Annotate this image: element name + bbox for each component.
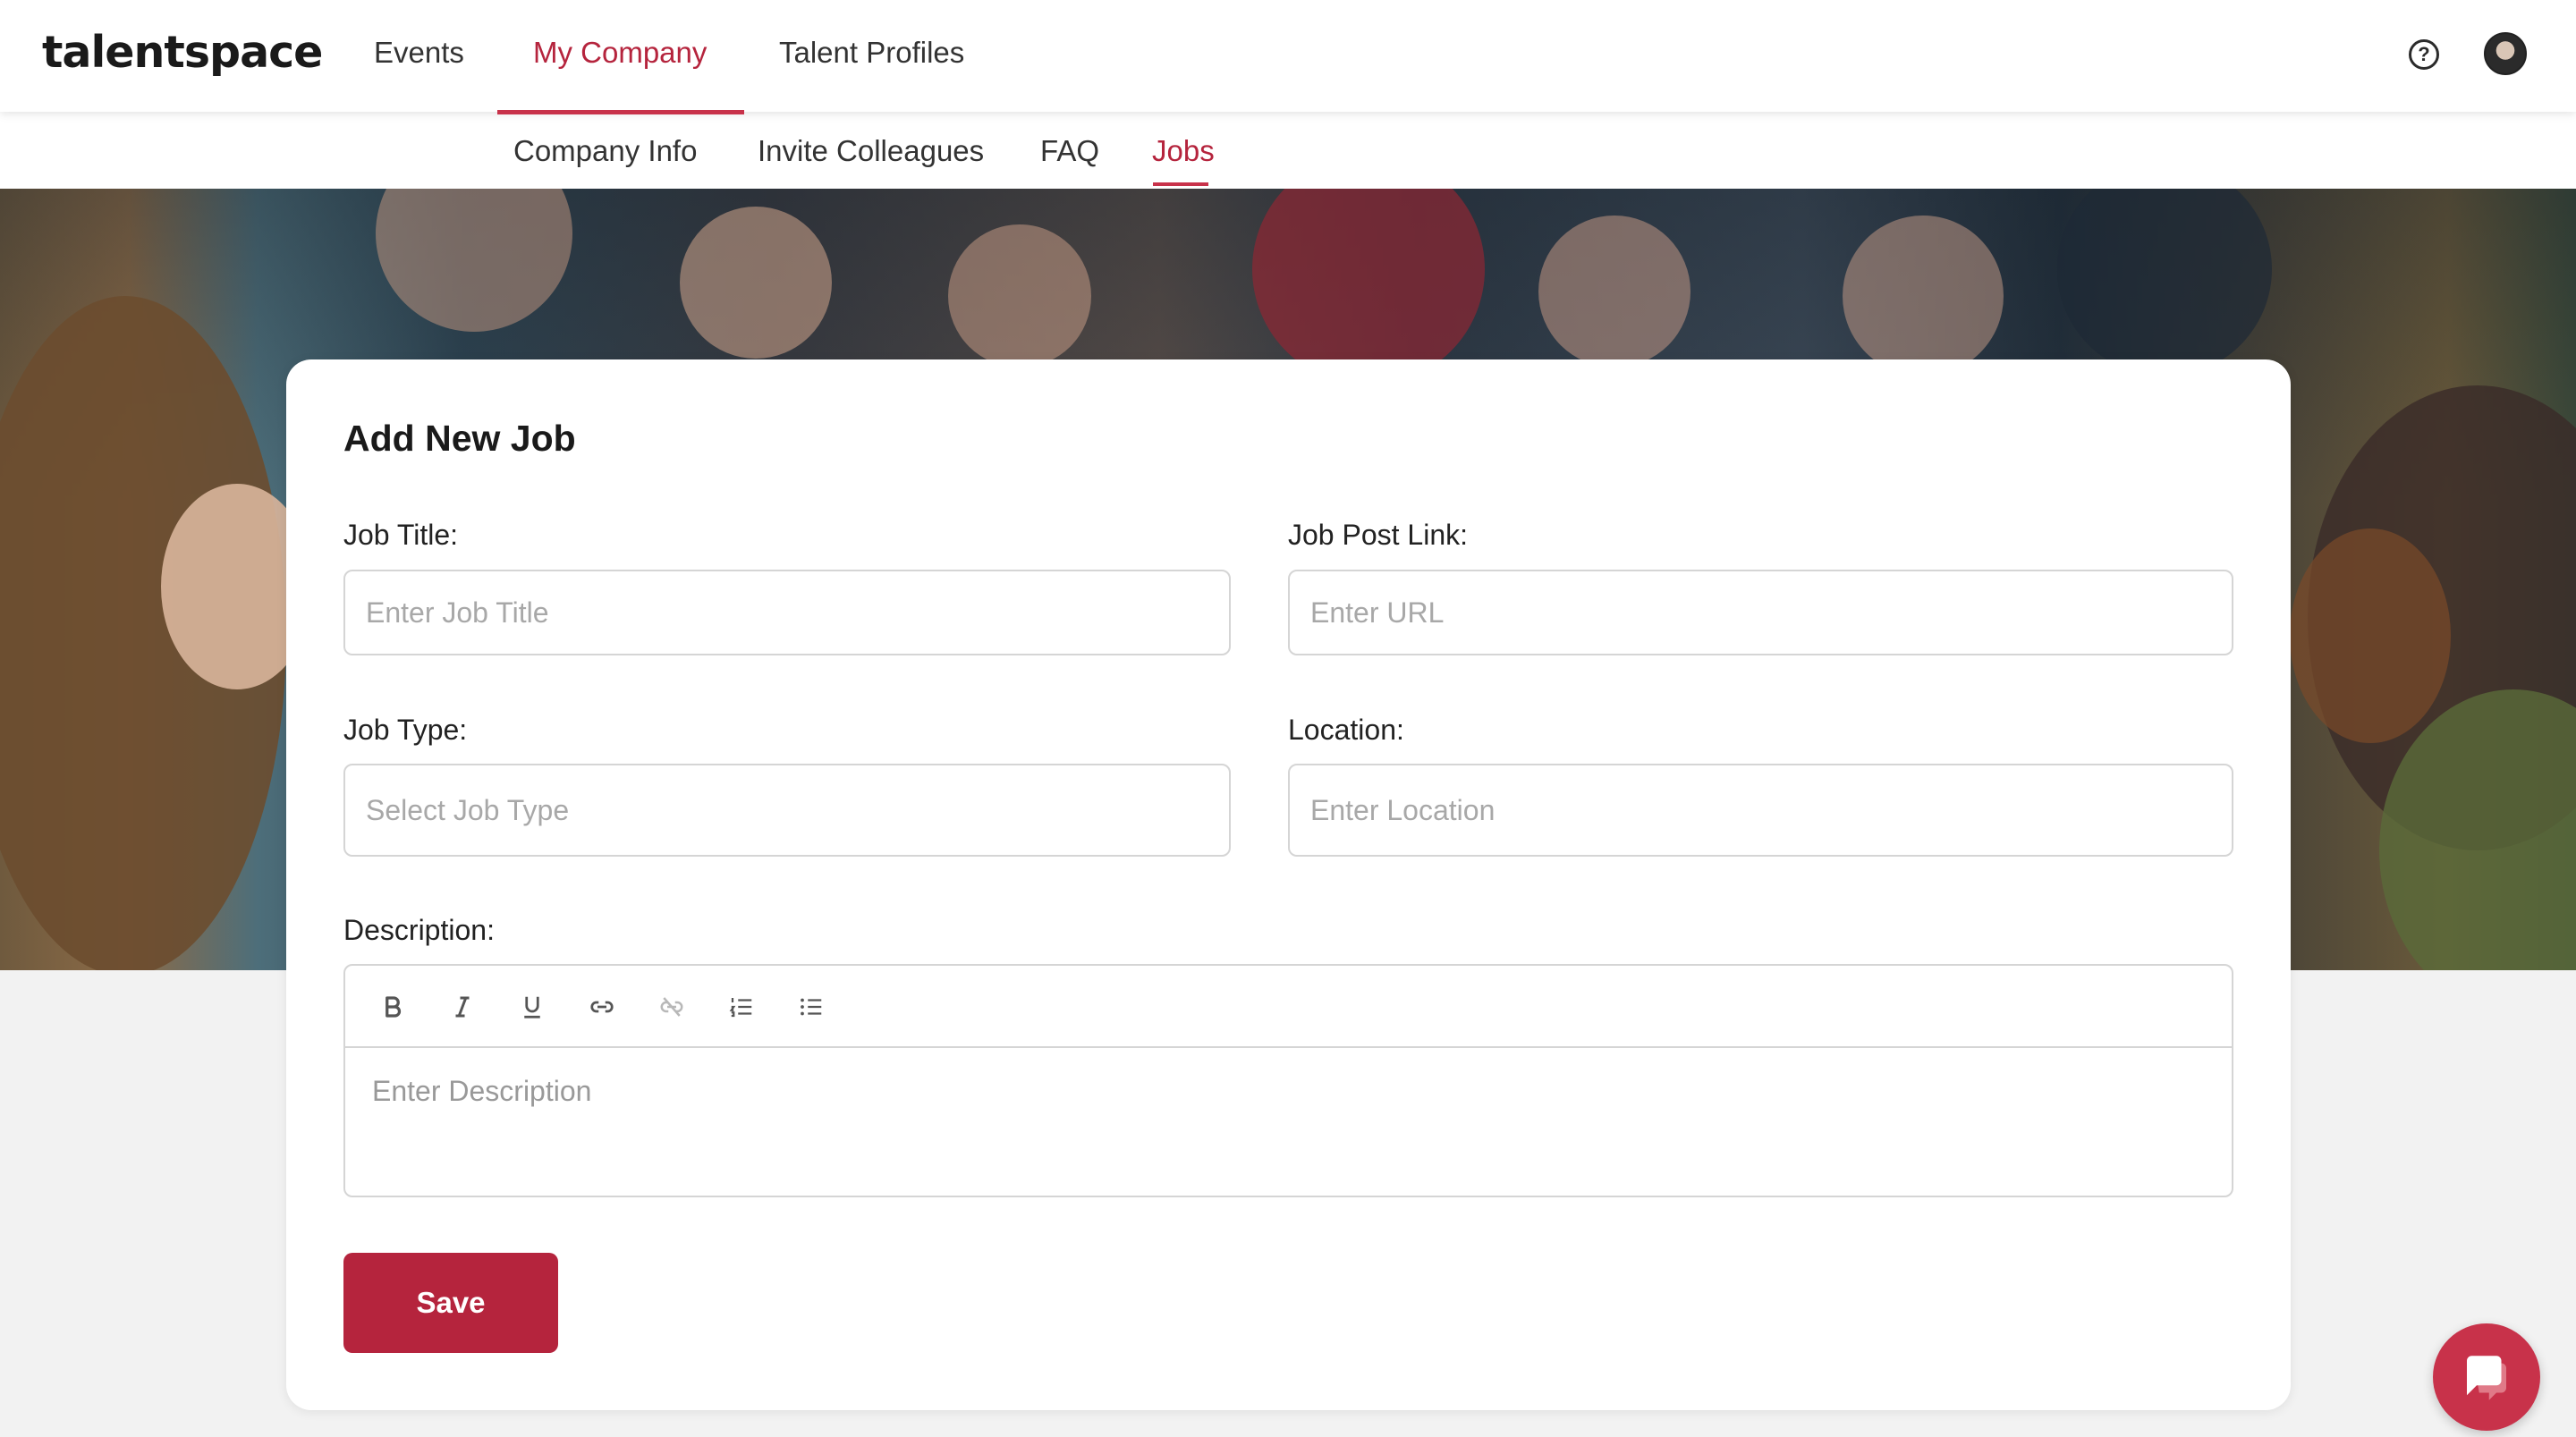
job-post-link-label: Job Post Link: <box>1288 519 1468 551</box>
description-placeholder[interactable]: Enter Description <box>372 1075 591 1108</box>
description-editor[interactable]: Enter Description <box>343 964 2233 1197</box>
link-icon[interactable] <box>584 989 620 1025</box>
add-job-card: Add New Job Job Title: Job Post Link: Jo… <box>286 359 2291 1410</box>
nav-my-company[interactable]: My Company <box>533 36 707 70</box>
job-post-link-input[interactable] <box>1288 570 2233 655</box>
save-button[interactable]: Save <box>343 1253 558 1353</box>
italic-icon[interactable] <box>445 989 480 1025</box>
location-label: Location: <box>1288 714 1404 746</box>
nav-talent-profiles[interactable]: Talent Profiles <box>779 36 964 70</box>
talentspace-logo[interactable]: talentspace <box>42 27 323 78</box>
job-type-label: Job Type: <box>343 714 468 746</box>
company-subnav: Company Info Invite Colleagues FAQ Jobs <box>0 112 2576 189</box>
job-title-label: Job Title: <box>343 519 459 551</box>
top-header: talentspace Events My Company Talent Pro… <box>0 0 2576 112</box>
active-nav-indicator <box>497 110 744 114</box>
form-title: Add New Job <box>343 418 576 459</box>
location-input[interactable] <box>1288 764 2233 857</box>
subnav-invite-colleagues[interactable]: Invite Colleagues <box>758 134 984 168</box>
chat-bubble-icon <box>2467 1356 2506 1400</box>
editor-toolbar <box>345 966 2232 1048</box>
subnav-jobs[interactable]: Jobs <box>1152 134 1215 168</box>
chat-launcher-button[interactable] <box>2433 1323 2540 1431</box>
bold-icon[interactable] <box>375 989 411 1025</box>
subnav-faq[interactable]: FAQ <box>1040 134 1099 168</box>
underline-icon[interactable] <box>514 989 550 1025</box>
user-avatar[interactable] <box>2484 32 2527 75</box>
subnav-company-info[interactable]: Company Info <box>513 134 697 168</box>
help-question-icon[interactable]: ? <box>2409 39 2439 70</box>
job-type-select[interactable] <box>343 764 1231 857</box>
bullet-list-icon[interactable] <box>793 989 829 1025</box>
nav-events[interactable]: Events <box>374 36 464 70</box>
active-subnav-indicator <box>1153 182 1208 186</box>
ordered-list-icon[interactable] <box>724 989 759 1025</box>
description-label: Description: <box>343 914 495 946</box>
job-title-input[interactable] <box>343 570 1231 655</box>
unlink-icon[interactable] <box>654 989 690 1025</box>
